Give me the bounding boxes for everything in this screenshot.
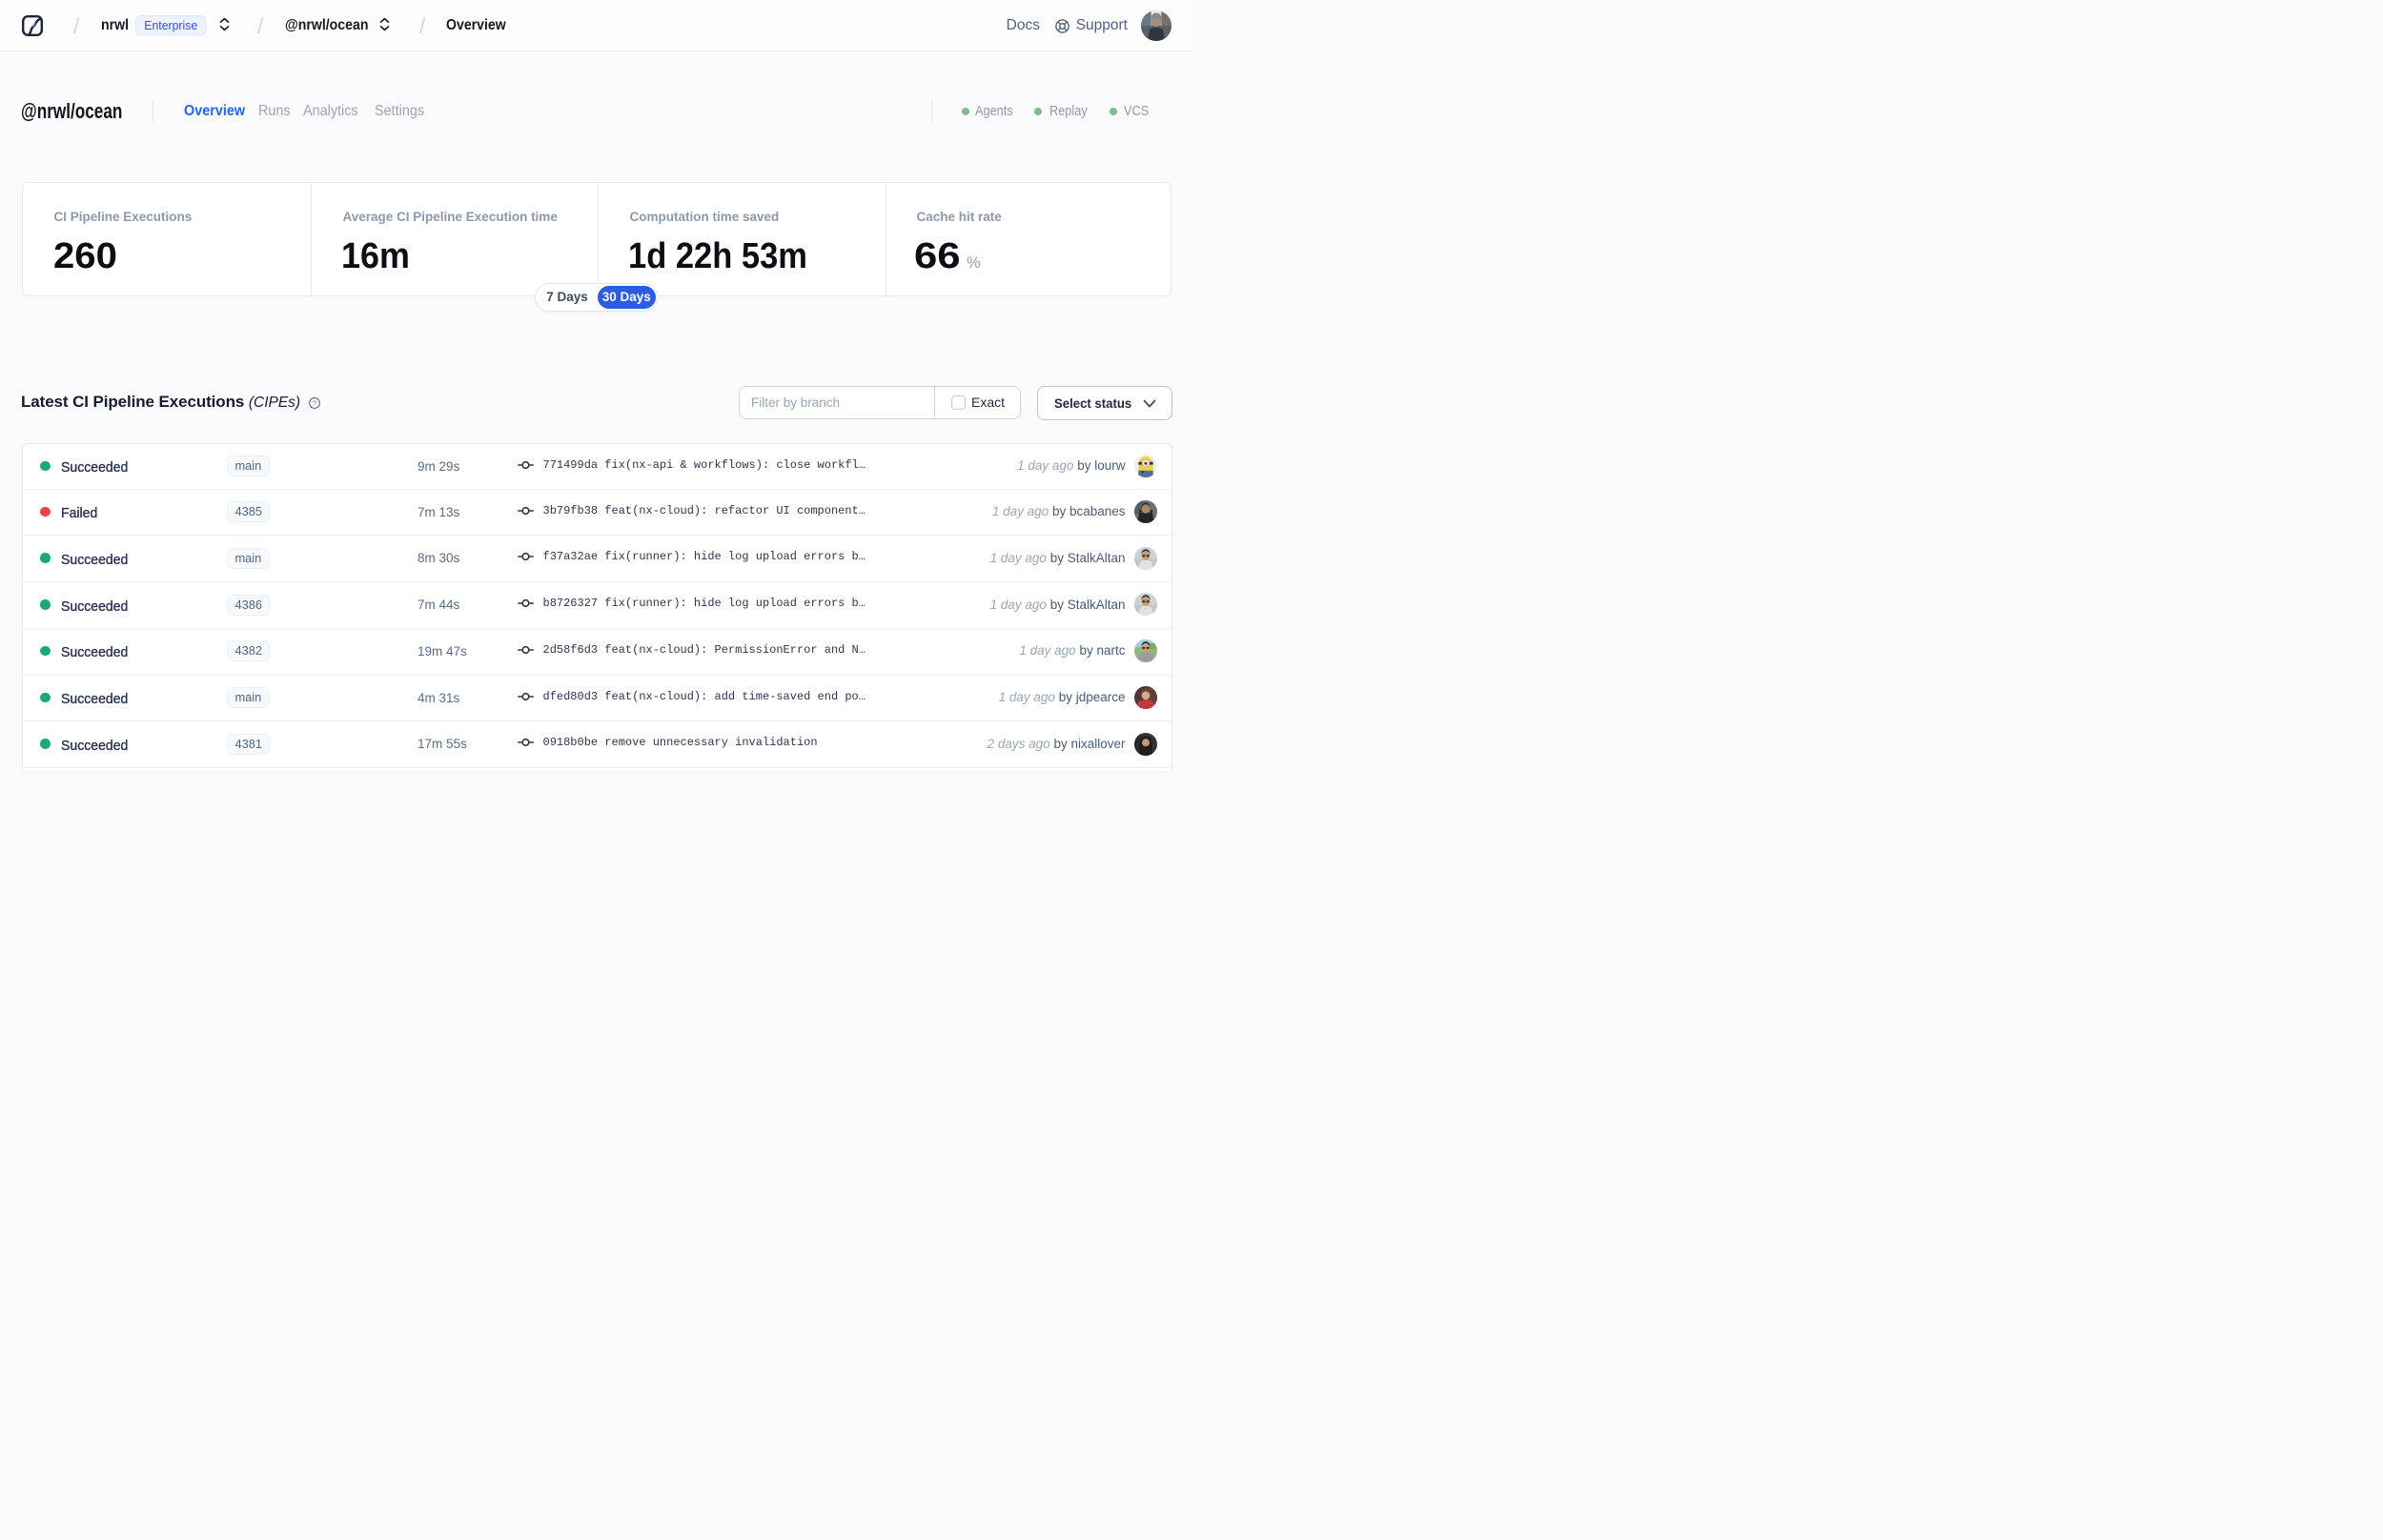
svg-text:?: ? [313, 399, 316, 408]
